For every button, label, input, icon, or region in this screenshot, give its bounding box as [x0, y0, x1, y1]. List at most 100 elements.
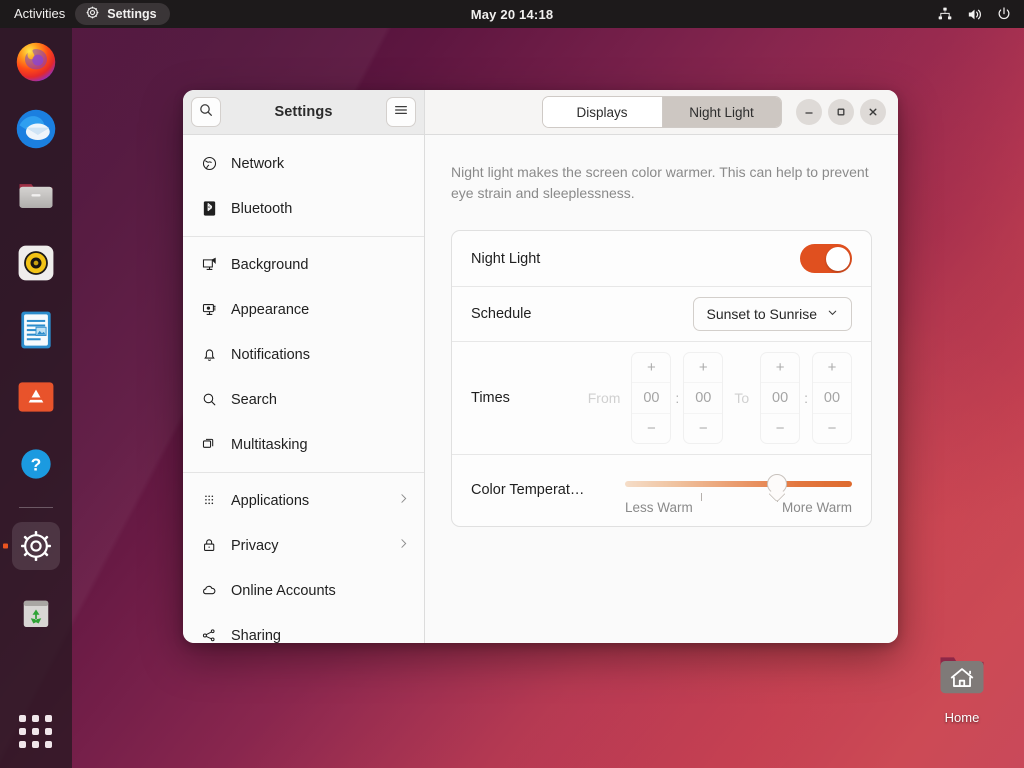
times-row: Times From + 00 − : + 00 − To + 00 −: +… [452, 341, 871, 454]
activities-button[interactable]: Activities [0, 0, 75, 28]
share-icon [200, 627, 218, 643]
night-light-panel: Night light makes the screen color warme… [425, 135, 898, 643]
sidebar-separator [183, 236, 424, 237]
increment-button[interactable]: + [813, 353, 851, 382]
titlebar-right: Displays Night Light [425, 90, 898, 135]
tab-displays[interactable]: Displays [542, 97, 662, 127]
dock-item-firefox[interactable] [12, 38, 60, 86]
sidebar-item-label: Online Accounts [231, 582, 336, 599]
tab-night-light[interactable]: Night Light [661, 97, 781, 127]
slider-handle[interactable] [767, 474, 788, 494]
decrement-button[interactable]: − [684, 414, 722, 443]
sidebar-item-background[interactable]: Background [183, 242, 424, 287]
globe-icon [200, 155, 218, 172]
dock-item-ubuntu-software[interactable] [12, 373, 60, 421]
topbar-app-menu[interactable]: Settings [75, 3, 170, 25]
to-minutes-value[interactable]: 00 [813, 381, 851, 414]
from-label: From [587, 389, 621, 406]
topbar-app-name: Settings [107, 7, 157, 21]
night-light-toggle[interactable] [800, 244, 852, 273]
bell-icon [200, 346, 218, 363]
sidebar-item-notifications[interactable]: Notifications [183, 332, 424, 377]
dock: ? [0, 28, 72, 768]
dock-item-rhythmbox[interactable] [12, 239, 60, 287]
from-minutes-value[interactable]: 00 [684, 381, 723, 414]
sidebar-item-sharing[interactable]: Sharing [183, 613, 424, 643]
maximize-button[interactable] [828, 99, 854, 125]
schedule-dropdown[interactable]: Sunset to Sunrise [693, 296, 852, 331]
sidebar-item-multitasking[interactable]: Multitasking [183, 422, 424, 467]
power-icon [996, 6, 1012, 22]
time-separator: : [675, 389, 680, 406]
sidebar-item-label: Network [231, 155, 285, 172]
svg-text:?: ? [31, 454, 42, 474]
network-wired-icon [937, 6, 953, 22]
dock-item-help[interactable]: ? [12, 440, 60, 488]
sidebar-item-network[interactable]: Network [183, 141, 424, 186]
dock-item-thunderbird[interactable] [12, 105, 60, 153]
dock-item-libreoffice-writer[interactable] [12, 306, 60, 354]
home-folder-icon [940, 657, 984, 694]
sidebar-item-label: Bluetooth [231, 200, 293, 217]
increment-button[interactable]: + [684, 353, 722, 382]
slider-max-label: More Warm [782, 500, 852, 515]
window-title: Settings [274, 104, 333, 120]
grid-dots-icon [200, 492, 218, 509]
dock-item-settings[interactable] [12, 522, 60, 570]
top-bar: Activities Settings May 20 14:18 [0, 0, 1024, 28]
decrement-button[interactable]: − [813, 414, 851, 443]
panel-description: Night light makes the screen color warme… [451, 164, 869, 201]
settings-window: Settings Displays Night Light Network Bl… [183, 90, 898, 643]
times-label: Times [471, 389, 510, 406]
close-button[interactable] [860, 99, 886, 125]
increment-button[interactable]: + [632, 353, 670, 382]
color-temperature-label: Color Temperat… [471, 482, 585, 498]
window-body: Network Bluetooth Background Appearance … [183, 135, 898, 643]
chevron-right-icon [397, 492, 410, 509]
from-minutes-spinner[interactable]: + 00 − [683, 351, 724, 444]
dock-item-files[interactable] [12, 172, 60, 220]
decrement-button[interactable]: − [632, 414, 670, 443]
topbar-status-area[interactable] [937, 6, 1012, 23]
dock-separator [19, 507, 53, 508]
dock-item-trash[interactable] [12, 589, 60, 637]
from-hours-value[interactable]: 00 [632, 381, 671, 414]
window-controls [796, 99, 886, 125]
lock-icon [200, 537, 218, 554]
slider-labels: Less Warm More Warm [625, 500, 852, 515]
show-applications-button[interactable] [18, 714, 54, 750]
window-titlebar: Settings Displays Night Light [183, 90, 898, 135]
sidebar-item-search[interactable]: Search [183, 377, 424, 422]
schedule-row: Schedule Sunset to Sunrise [452, 286, 871, 341]
chevron-down-icon [826, 306, 839, 322]
titlebar-left: Settings [183, 90, 425, 135]
slider-track[interactable] [625, 481, 852, 487]
search-icon [198, 102, 214, 123]
desktop-icon-home[interactable]: Home [912, 652, 1012, 725]
increment-button[interactable]: + [761, 353, 799, 382]
color-temperature-slider[interactable]: Less Warm More Warm [625, 464, 852, 516]
sidebar-item-online-accounts[interactable]: Online Accounts [183, 568, 424, 613]
desktop-icon-label: Home [944, 710, 980, 725]
from-hours-spinner[interactable]: + 00 − [631, 351, 672, 444]
main-menu-button[interactable] [386, 97, 416, 127]
chevron-right-icon [397, 537, 410, 554]
windows-icon [200, 436, 218, 453]
sidebar-item-privacy[interactable]: Privacy [183, 523, 424, 568]
decrement-button[interactable]: − [761, 414, 799, 443]
search-button[interactable] [191, 97, 221, 127]
color-temperature-row: Color Temperat… Less Warm More Warm [452, 454, 871, 526]
sidebar-item-applications[interactable]: Applications [183, 478, 424, 523]
minimize-button[interactable] [796, 99, 822, 125]
sidebar-item-label: Notifications [231, 346, 310, 363]
sidebar-item-appearance[interactable]: Appearance [183, 287, 424, 332]
sidebar-item-label: Appearance [231, 301, 310, 318]
to-hours-value[interactable]: 00 [761, 381, 800, 414]
sidebar-item-bluetooth[interactable]: Bluetooth [183, 186, 424, 231]
hamburger-menu-icon [393, 102, 409, 123]
to-hours-spinner[interactable]: + 00 − [760, 351, 801, 444]
to-minutes-spinner[interactable]: + 00 − [812, 351, 852, 444]
slider-min-label: Less Warm [625, 500, 693, 515]
volume-icon [966, 6, 983, 23]
topbar-clock[interactable]: May 20 14:18 [471, 7, 554, 22]
